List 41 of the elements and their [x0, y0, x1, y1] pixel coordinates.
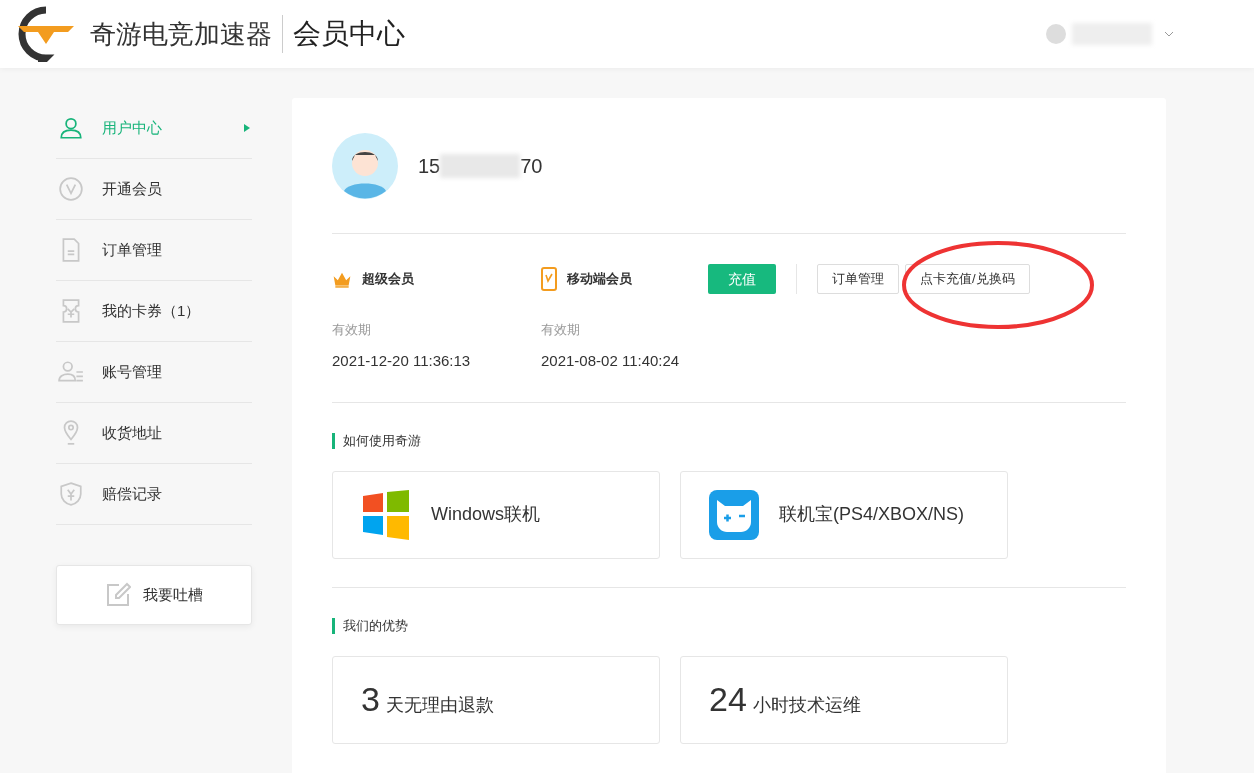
- shield-icon: [58, 481, 84, 507]
- membership-name: 移动端会员: [567, 270, 632, 289]
- phone-icon: [541, 267, 557, 291]
- section-title: 如何使用奇游: [343, 432, 421, 450]
- gamepad-face-icon: [709, 489, 759, 540]
- edit-icon: [105, 582, 131, 608]
- account-icon: [58, 359, 84, 385]
- section-title: 我们的优势: [343, 617, 408, 635]
- phone-number-end: 70: [520, 153, 543, 179]
- membership-name: 超级会员: [362, 270, 414, 289]
- sidebar-item[interactable]: 赔偿记录: [56, 464, 252, 525]
- expiry-date: 2021-08-02 11:40:24: [541, 350, 681, 371]
- caret-icon: [244, 124, 250, 132]
- v-icon: [58, 176, 84, 202]
- sidebar-item[interactable]: 收货地址: [56, 403, 252, 464]
- platform-card[interactable]: Windows联机: [332, 470, 660, 559]
- outline-button[interactable]: 点卡充值/兑换码: [905, 264, 1030, 294]
- brand-name: 奇游电竞加速器: [90, 17, 272, 51]
- phone-number-start: 15: [418, 153, 441, 179]
- advantage-number: 24: [709, 679, 747, 720]
- windows-logo-icon: [361, 489, 411, 540]
- avatar-figure: [332, 132, 398, 199]
- user-icon: [58, 115, 84, 141]
- platform-name: Windows联机: [431, 503, 541, 526]
- sidebar-item[interactable]: 开通会员: [56, 159, 252, 220]
- sidebar-item[interactable]: 订单管理: [56, 220, 252, 281]
- chevron-down-icon[interactable]: [1164, 31, 1174, 37]
- platform-card[interactable]: 联机宝(PS4/XBOX/NS): [680, 470, 1008, 559]
- sidebar-item[interactable]: 账号管理: [56, 342, 252, 403]
- advantage-text: 小时技术运维: [752, 694, 861, 717]
- page-title: 会员中心: [293, 17, 405, 51]
- platform-name: 联机宝(PS4/XBOX/NS): [779, 503, 965, 526]
- validity-label: 有效期: [332, 321, 372, 339]
- advantage-number: 3: [361, 679, 380, 720]
- advantage-text: 天无理由退款: [385, 694, 494, 717]
- feedback-button[interactable]: 我要吐槽: [56, 565, 252, 625]
- sidebar-item[interactable]: 我的卡券（1）: [56, 281, 252, 342]
- validity-label: 有效期: [541, 321, 581, 339]
- expiry-date: 2021-12-20 11:36:13: [332, 350, 472, 371]
- outline-button[interactable]: 订单管理: [817, 264, 899, 294]
- logo-icon: [16, 6, 76, 62]
